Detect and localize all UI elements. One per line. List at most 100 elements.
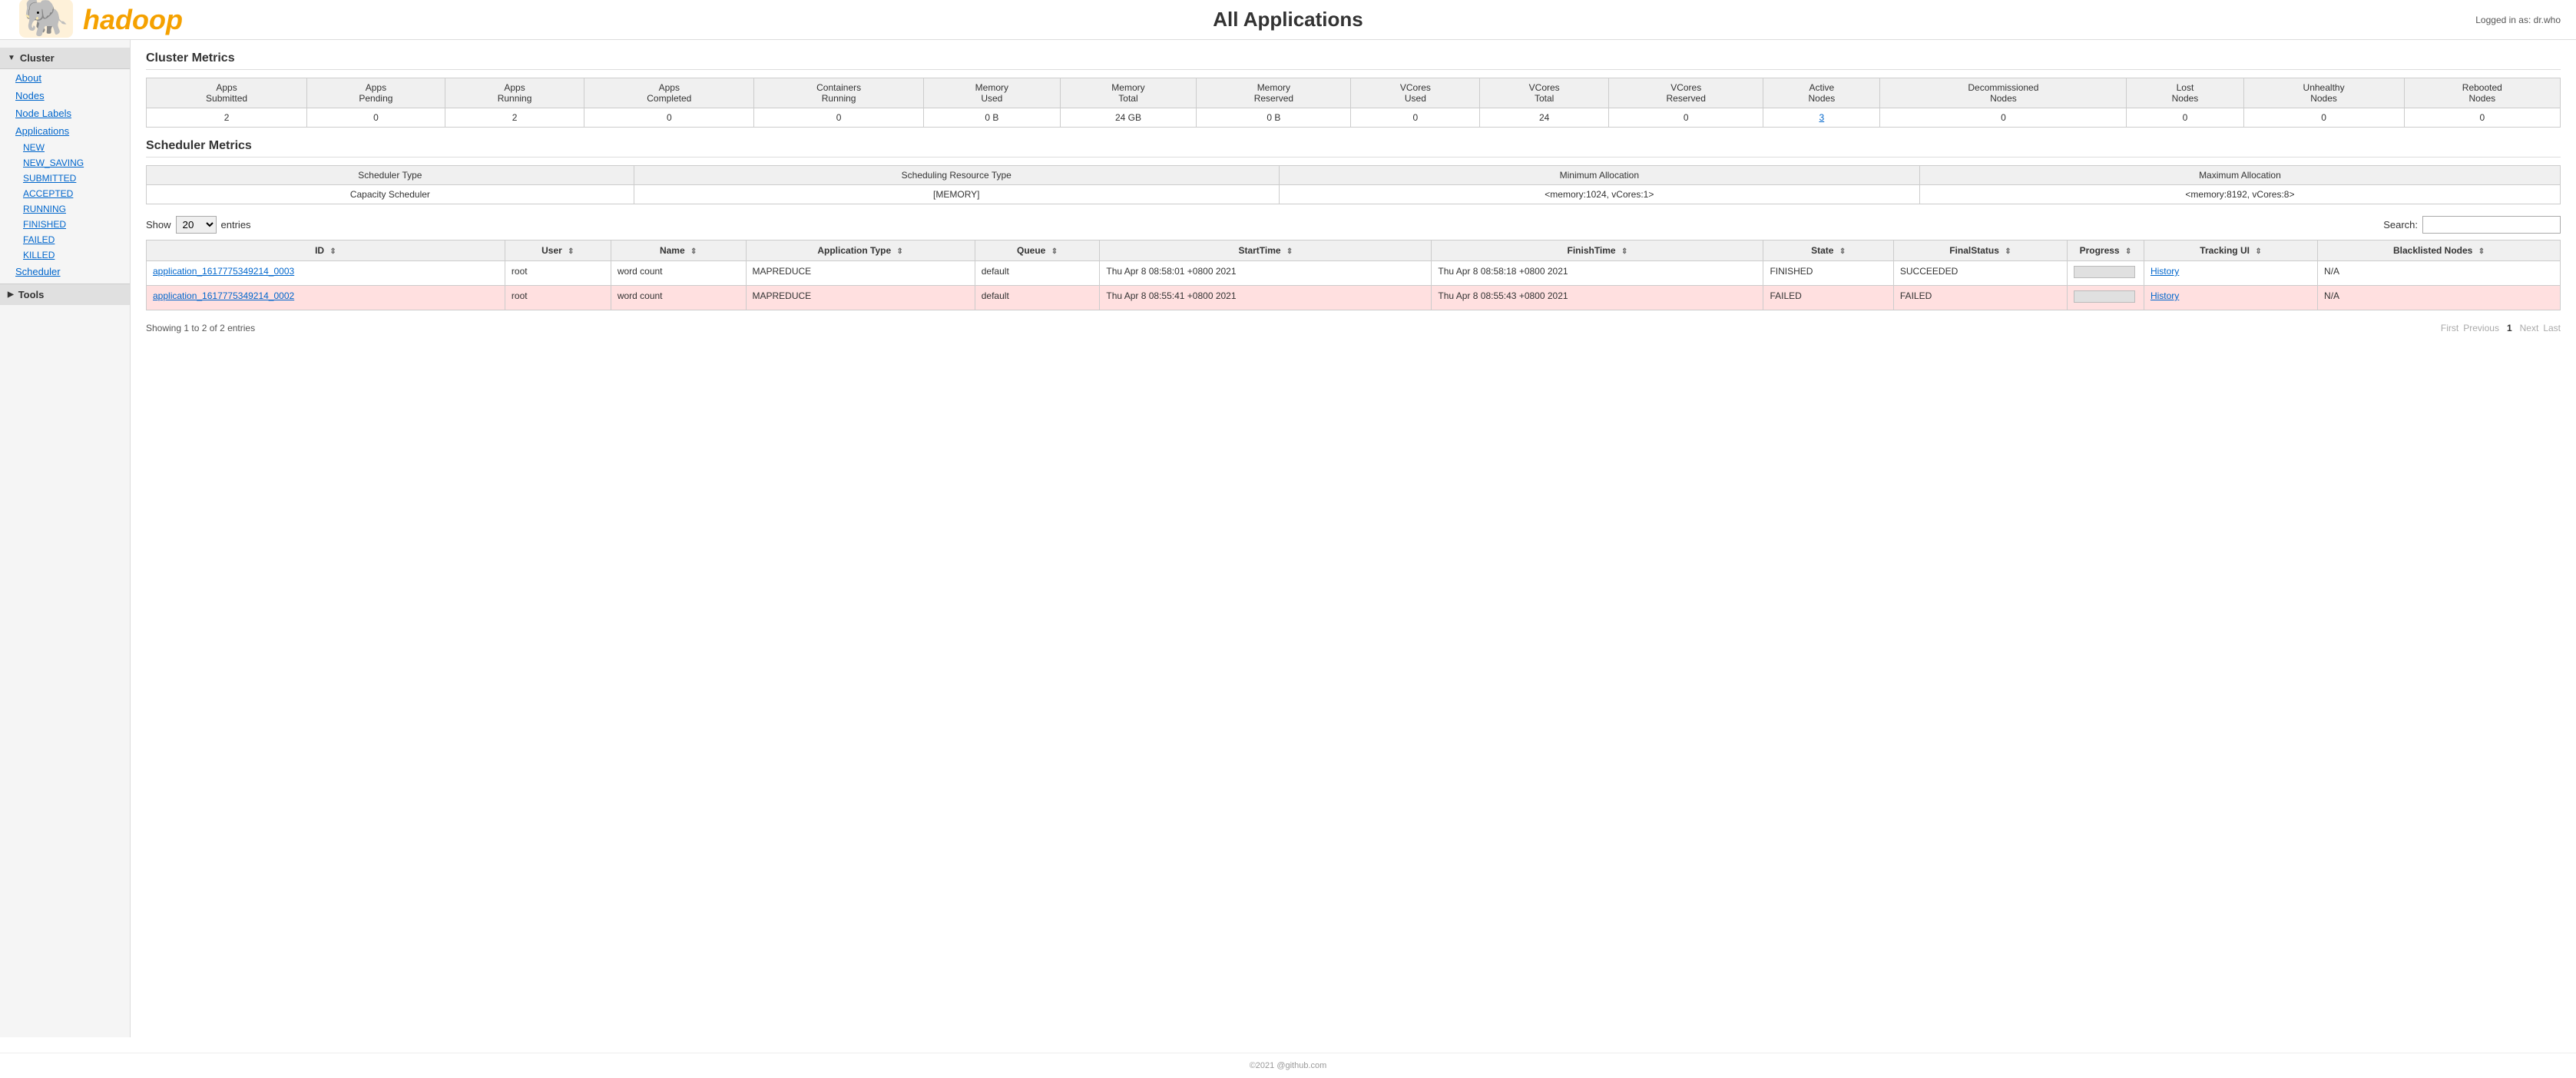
col-scheduling-resource-type: Scheduling Resource Type	[634, 166, 1279, 185]
pagination-buttons: First Previous 1 Next Last	[2441, 323, 2561, 333]
hadoop-logo-text: hadoop	[83, 4, 183, 36]
val-vcores-used: 0	[1351, 108, 1480, 128]
th-finish-time[interactable]: FinishTime ⇕	[1432, 240, 1763, 261]
val-active-nodes[interactable]: 3	[1763, 108, 1880, 128]
cell-finalstatus-2: FAILED	[1893, 286, 2067, 310]
search-label: Search:	[2383, 219, 2418, 231]
col-scheduler-type: Scheduler Type	[147, 166, 634, 185]
cell-apptype-2: MAPREDUCE	[746, 286, 975, 310]
sidebar-item-running[interactable]: RUNNING	[0, 201, 130, 217]
previous-button[interactable]: Previous	[2463, 323, 2499, 333]
col-apps-submitted: AppsSubmitted	[147, 78, 307, 108]
val-rebooted-nodes: 0	[2404, 108, 2560, 128]
search-input[interactable]	[2422, 216, 2561, 234]
val-scheduling-resource-type: [MEMORY]	[634, 185, 1279, 204]
applications-table: ID ⇕ User ⇕ Name ⇕ Application Type ⇕ Qu…	[146, 240, 2561, 310]
val-memory-total: 24 GB	[1060, 108, 1197, 128]
cell-progress-2	[2067, 286, 2144, 310]
first-button[interactable]: First	[2441, 323, 2458, 333]
entries-label: entries	[221, 219, 251, 231]
sort-finalstatus-icon: ⇕	[2005, 247, 2011, 256]
sidebar-item-killed[interactable]: KILLED	[0, 247, 130, 263]
th-user[interactable]: User ⇕	[505, 240, 611, 261]
sidebar-item-finished[interactable]: FINISHED	[0, 217, 130, 232]
cluster-section-header[interactable]: ▼ Cluster	[0, 48, 130, 69]
elephant-icon: 🐘	[15, 0, 77, 44]
val-apps-running: 2	[445, 108, 584, 128]
sidebar-item-node-labels[interactable]: Node Labels	[0, 104, 130, 122]
history-link-2[interactable]: History	[2151, 290, 2179, 301]
sidebar-item-applications[interactable]: Applications	[0, 122, 130, 140]
sidebar-item-new-saving[interactable]: NEW_SAVING	[0, 155, 130, 171]
sort-progress-icon: ⇕	[2125, 247, 2131, 256]
history-link-1[interactable]: History	[2151, 266, 2179, 277]
th-progress[interactable]: Progress ⇕	[2067, 240, 2144, 261]
page-header: 🐘 hadoop All Applications Logged in as: …	[0, 0, 2576, 40]
cell-trackingui-2: History	[2144, 286, 2317, 310]
val-containers-running: 0	[754, 108, 924, 128]
next-button[interactable]: Next	[2520, 323, 2539, 333]
page-title: All Applications	[1213, 8, 1363, 32]
cluster-label: Cluster	[20, 52, 55, 64]
tools-label: Tools	[18, 289, 45, 300]
th-blacklisted-nodes[interactable]: Blacklisted Nodes ⇕	[2318, 240, 2561, 261]
val-lost-nodes: 0	[2127, 108, 2243, 128]
app-id-link-1[interactable]: application_1617775349214_0003	[153, 266, 294, 277]
col-apps-running: AppsRunning	[445, 78, 584, 108]
sort-queue-icon: ⇕	[1051, 247, 1058, 256]
th-tracking-ui[interactable]: Tracking UI ⇕	[2144, 240, 2317, 261]
active-nodes-link[interactable]: 3	[1819, 112, 1825, 123]
cell-finishtime-1: Thu Apr 8 08:58:18 +0800 2021	[1432, 261, 1763, 286]
col-memory-used: MemoryUsed	[924, 78, 1061, 108]
th-state[interactable]: State ⇕	[1763, 240, 1893, 261]
sidebar-item-failed[interactable]: FAILED	[0, 232, 130, 247]
sort-apptype-icon: ⇕	[896, 247, 902, 256]
cell-starttime-2: Thu Apr 8 08:55:41 +0800 2021	[1100, 286, 1432, 310]
val-apps-submitted: 2	[147, 108, 307, 128]
th-name[interactable]: Name ⇕	[611, 240, 746, 261]
sidebar-item-new[interactable]: NEW	[0, 140, 130, 155]
entries-select[interactable]: 20 50 100	[176, 216, 217, 234]
cell-apptype-1: MAPREDUCE	[746, 261, 975, 286]
cluster-metrics-table: AppsSubmitted AppsPending AppsRunning Ap…	[146, 78, 2561, 128]
progress-bar-bg-2	[2074, 290, 2135, 303]
sort-finishtime-icon: ⇕	[1621, 247, 1627, 256]
th-id[interactable]: ID ⇕	[147, 240, 505, 261]
last-button[interactable]: Last	[2543, 323, 2561, 333]
col-vcores-reserved: VCoresReserved	[1609, 78, 1763, 108]
th-queue[interactable]: Queue ⇕	[975, 240, 1100, 261]
cell-user-1: root	[505, 261, 611, 286]
col-minimum-allocation: Minimum Allocation	[1279, 166, 1919, 185]
col-decommissioned-nodes: DecommissionedNodes	[1880, 78, 2127, 108]
svg-text:🐘: 🐘	[23, 0, 69, 38]
col-apps-pending: AppsPending	[307, 78, 445, 108]
sort-user-icon: ⇕	[568, 247, 574, 256]
sort-blacklisted-icon: ⇕	[2478, 247, 2485, 256]
th-final-status[interactable]: FinalStatus ⇕	[1893, 240, 2067, 261]
sidebar-item-scheduler[interactable]: Scheduler	[0, 263, 130, 280]
current-page: 1	[2504, 323, 2515, 333]
sidebar-item-nodes[interactable]: Nodes	[0, 87, 130, 104]
sidebar-item-about[interactable]: About	[0, 69, 130, 87]
cell-starttime-1: Thu Apr 8 08:58:01 +0800 2021	[1100, 261, 1432, 286]
th-application-type[interactable]: Application Type ⇕	[746, 240, 975, 261]
val-vcores-reserved: 0	[1609, 108, 1763, 128]
cell-blacklisted-1: N/A	[2318, 261, 2561, 286]
sidebar-item-submitted[interactable]: SUBMITTED	[0, 171, 130, 186]
table-controls: Show 20 50 100 entries Search:	[146, 216, 2561, 234]
th-start-time[interactable]: StartTime ⇕	[1100, 240, 1432, 261]
sidebar-tools-section[interactable]: ▶ Tools	[0, 284, 130, 305]
val-minimum-allocation: <memory:1024, vCores:1>	[1279, 185, 1919, 204]
app-id-link-2[interactable]: application_1617775349214_0002	[153, 290, 294, 301]
val-memory-used: 0 B	[924, 108, 1061, 128]
cell-name-1: word count	[611, 261, 746, 286]
cell-queue-2: default	[975, 286, 1100, 310]
sort-name-icon: ⇕	[690, 247, 697, 256]
show-label: Show	[146, 219, 171, 231]
footer: ©2021 @github.com	[0, 1053, 2576, 1078]
col-memory-reserved: MemoryReserved	[1197, 78, 1351, 108]
scheduler-metrics-table: Scheduler Type Scheduling Resource Type …	[146, 165, 2561, 204]
sidebar-item-accepted[interactable]: ACCEPTED	[0, 186, 130, 201]
cell-finishtime-2: Thu Apr 8 08:55:43 +0800 2021	[1432, 286, 1763, 310]
table-row: application_1617775349214_0002 root word…	[147, 286, 2561, 310]
